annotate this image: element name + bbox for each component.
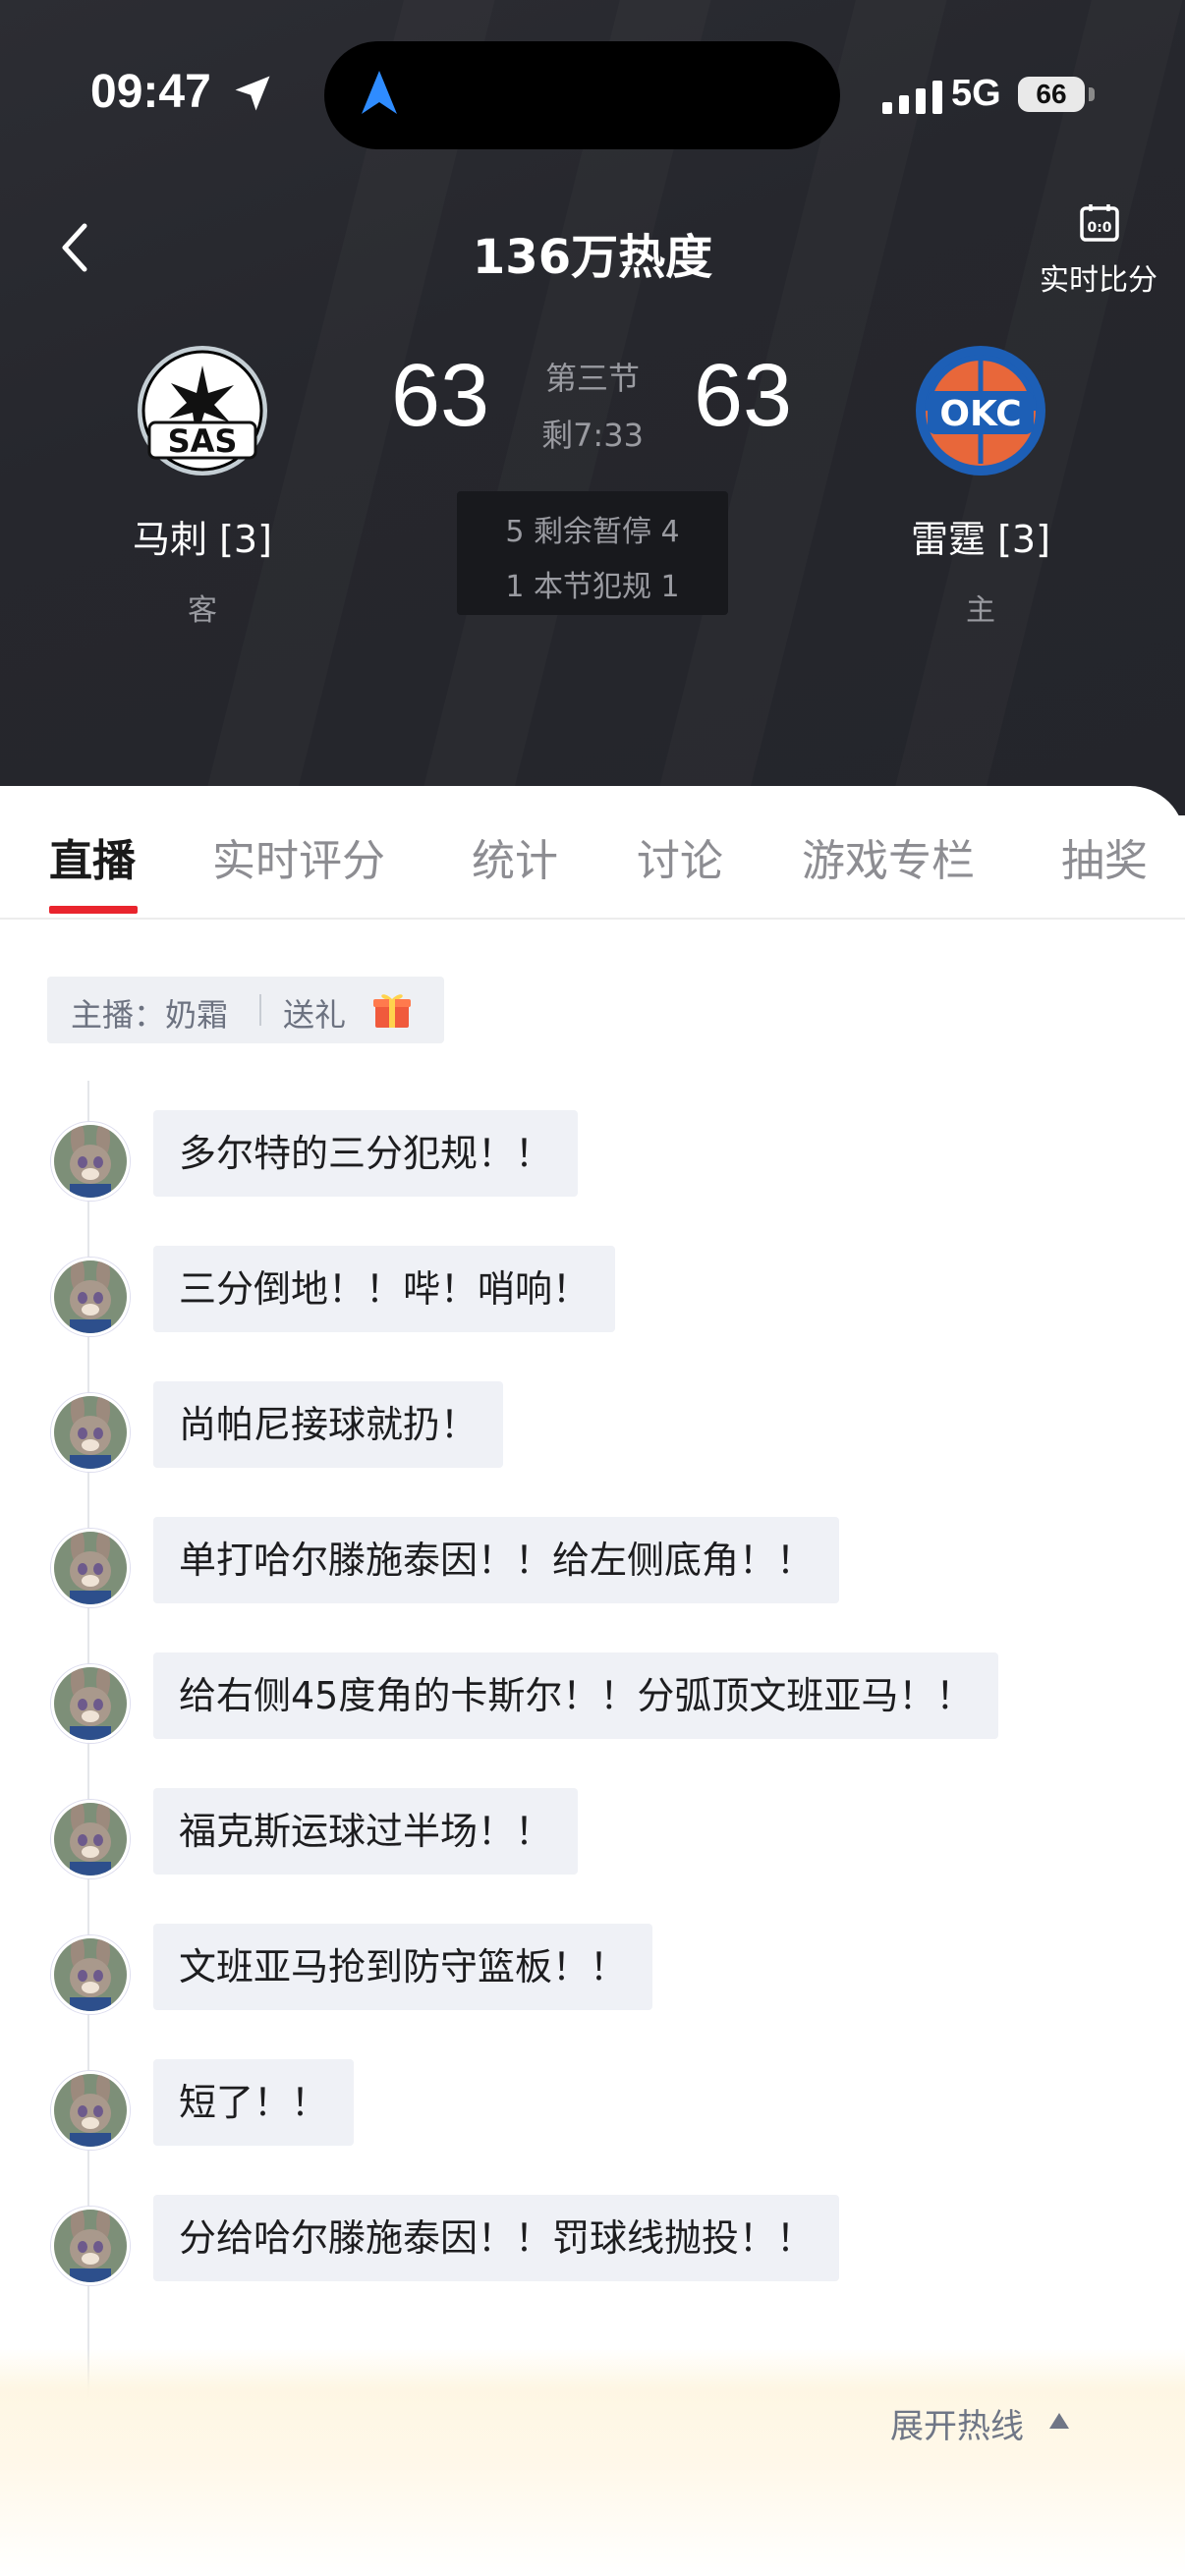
- thunder-logo[interactable]: OKC: [914, 344, 1047, 477]
- battery-tip: [1089, 87, 1095, 101]
- commentary-item: 福克斯运球过半场！！: [0, 1788, 1185, 1886]
- timeouts-fouls-box: 5 剩余暂停 4 1 本节犯规 1: [457, 491, 728, 615]
- anchor-avatar-icon[interactable]: [51, 1664, 130, 1743]
- commentary-text: 短了！！: [153, 2059, 355, 2146]
- game-header: 09:47 5G 66 136万热度 0:0 实时比分 SAS 马刺 [3] 客: [0, 0, 1185, 815]
- tab-live-rating[interactable]: 实时评分: [212, 825, 385, 888]
- active-tab-indicator: [49, 906, 138, 914]
- anchor-avatar-icon[interactable]: [51, 2207, 130, 2285]
- anchor-avatar-icon[interactable]: [51, 2071, 130, 2150]
- tab-live[interactable]: 直播: [49, 825, 136, 888]
- commentary-item: 多尔特的三分犯规！！: [0, 1110, 1185, 1208]
- svg-text:SAS: SAS: [168, 422, 238, 460]
- content-panel: 直播 实时评分 统计 讨论 游戏专栏 抽奖 主播：奶霜 送礼 多尔特的三分犯规！…: [0, 786, 1185, 2576]
- send-gift-button[interactable]: 送礼: [283, 990, 346, 1036]
- heat-title: 136万热度: [472, 230, 713, 285]
- anchor-label: 主播：奶霜: [71, 996, 229, 1034]
- navigation-icon: [362, 71, 397, 114]
- commentary-item: 尚帕尼接球就扔！: [0, 1381, 1185, 1480]
- live-score-label: 实时比分: [1040, 263, 1157, 298]
- home-team-name[interactable]: 雷霆 [3]: [833, 509, 1128, 563]
- anchor-avatar-icon[interactable]: [51, 1122, 130, 1201]
- anchor-avatar-icon[interactable]: [51, 1800, 130, 1878]
- anchor-avatar-icon[interactable]: [51, 1529, 130, 1607]
- game-period: 第三节: [544, 360, 640, 397]
- dynamic-island: [324, 41, 840, 149]
- anchor-bar: 主播：奶霜 送礼: [47, 977, 444, 1043]
- commentary-item: 短了！！: [0, 2059, 1185, 2157]
- home-score: 63: [694, 347, 793, 445]
- tab-bar: 直播 实时评分 统计 讨论 游戏专栏 抽奖: [0, 786, 1185, 920]
- tab-stats[interactable]: 统计: [472, 825, 558, 888]
- commentary-text: 尚帕尼接球就扔！: [153, 1381, 504, 1468]
- commentary-text: 多尔特的三分犯规！！: [153, 1110, 579, 1197]
- commentary-text: 给右侧45度角的卡斯尔！！分弧顶文班亚马！！: [153, 1652, 999, 1739]
- away-score: 63: [391, 347, 490, 445]
- status-bar: 09:47 5G 66: [0, 0, 1185, 187]
- network-type: 5G: [951, 73, 1001, 114]
- commentary-item: 文班亚马抢到防守篮板！！: [0, 1924, 1185, 2022]
- spurs-logo[interactable]: SAS: [136, 344, 269, 477]
- gift-icon[interactable]: [371, 988, 413, 1030]
- commentary-text: 三分倒地！！哔！哨响！: [153, 1246, 616, 1332]
- timeouts-remaining: 5 剩余暂停 4: [505, 515, 680, 549]
- commentary-item: 给右侧45度角的卡斯尔！！分弧顶文班亚马！！: [0, 1652, 1185, 1751]
- anchor-avatar-icon[interactable]: [51, 1935, 130, 2014]
- tab-game-column[interactable]: 游戏专栏: [802, 825, 975, 888]
- anchor-avatar-icon[interactable]: [51, 1258, 130, 1336]
- tab-lottery[interactable]: 抽奖: [1061, 825, 1148, 888]
- anchor-avatar-icon[interactable]: [51, 1393, 130, 1472]
- game-clock: 剩7:33: [541, 417, 644, 454]
- anchor-divider: [259, 994, 261, 1026]
- away-team-name[interactable]: 马刺 [3]: [55, 509, 350, 563]
- away-team-role: 客: [188, 593, 217, 628]
- commentary-text: 单打哈尔滕施泰因！！给左侧底角！！: [153, 1517, 840, 1603]
- commentary-text: 福克斯运球过半场！！: [153, 1788, 579, 1875]
- commentary-item: 单打哈尔滕施泰因！！给左侧底角！！: [0, 1517, 1185, 1615]
- svg-text:0:0: 0:0: [1087, 220, 1111, 236]
- scoreboard-icon: 0:0: [1080, 204, 1119, 242]
- status-time: 09:47: [90, 66, 211, 118]
- commentary-item: 分给哈尔滕施泰因！！罚球线抛投！！: [0, 2195, 1185, 2293]
- tab-discussion[interactable]: 讨论: [637, 825, 723, 888]
- period-fouls: 1 本节犯规 1: [505, 570, 680, 604]
- triangle-up-icon[interactable]: [1047, 2411, 1071, 2431]
- cellular-signal-icon: [882, 81, 942, 114]
- commentary-text: 分给哈尔滕施泰因！！罚球线抛投！！: [153, 2195, 840, 2281]
- svg-text:OKC: OKC: [939, 394, 1021, 434]
- live-score-button[interactable]: 0:0 实时比分: [1030, 202, 1167, 301]
- battery-icon: 66: [1018, 77, 1085, 112]
- expand-hotline-button[interactable]: 展开热线: [890, 2399, 1024, 2447]
- commentary-text: 文班亚马抢到防守篮板！！: [153, 1924, 653, 2010]
- hotline-bar: [0, 2348, 1185, 2576]
- commentary-item: 三分倒地！！哔！哨响！: [0, 1246, 1185, 1344]
- location-arrow-icon: [235, 76, 270, 111]
- home-team-role: 主: [966, 593, 995, 628]
